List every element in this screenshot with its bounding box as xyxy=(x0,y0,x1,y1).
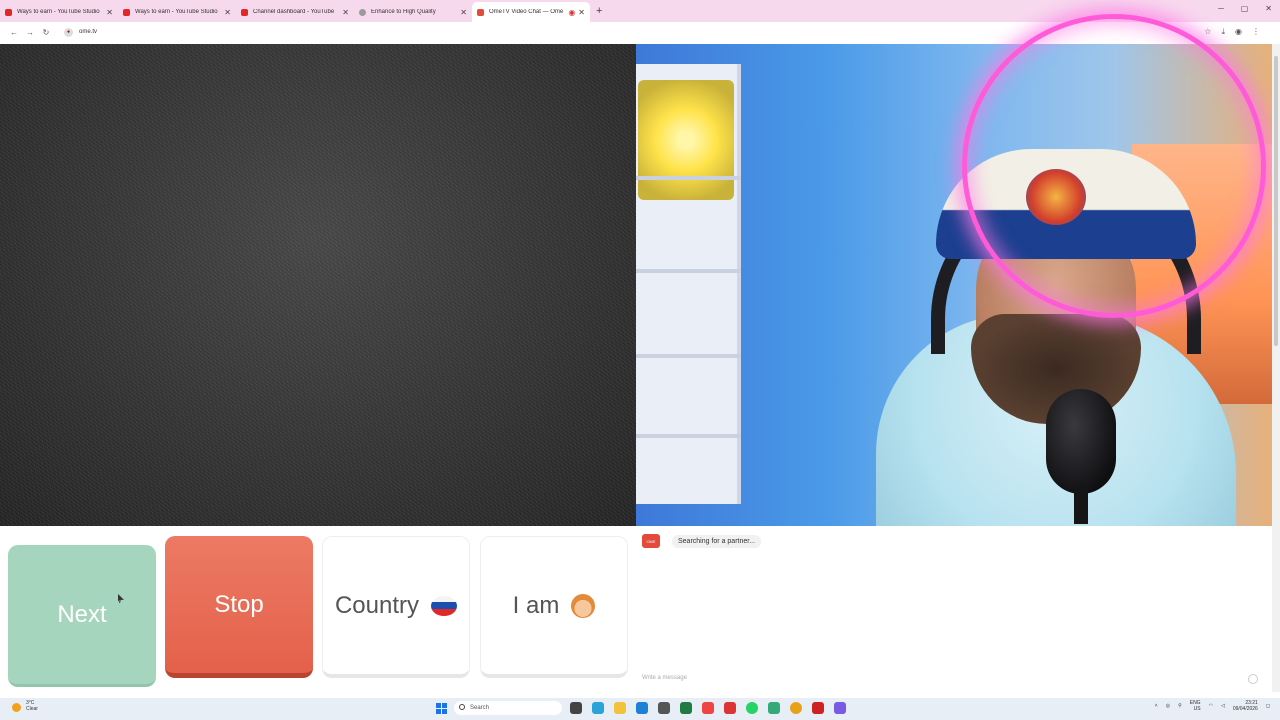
tab-label: OmeTV Video Chat — Ome xyxy=(489,9,564,15)
youtube-studio-icon xyxy=(5,8,12,16)
date: 09/04/2026 xyxy=(1232,706,1258,712)
start-icon[interactable] xyxy=(436,703,447,714)
chat-panel: OME Searching for a partner... Write a m… xyxy=(636,526,1272,692)
ometv-icon xyxy=(477,8,484,16)
browser-tab[interactable]: Ways to earn - YouTube Studio ✕ xyxy=(0,2,118,22)
scrollbar-thumb[interactable] xyxy=(1274,56,1278,346)
profile-icon[interactable]: ◉ xyxy=(1235,27,1242,37)
recording-icon: ◉ xyxy=(568,7,576,17)
chrome-icon[interactable] xyxy=(790,702,802,714)
browser-tab[interactable]: Ways to earn - YouTube Studio ✕ xyxy=(118,2,236,22)
calculator-icon[interactable] xyxy=(658,702,670,714)
partner-video xyxy=(0,44,636,526)
slovakia-flag-icon xyxy=(431,595,458,616)
shelf-row xyxy=(636,354,741,358)
window-controls: ─ ▢ ✕ xyxy=(1218,4,1272,13)
close-window-icon[interactable]: ✕ xyxy=(1265,4,1272,13)
download-icon[interactable]: ⤓ xyxy=(1221,27,1225,37)
next-button[interactable]: Next xyxy=(8,545,156,687)
neon-sign xyxy=(638,80,734,200)
url-text: ome.tv xyxy=(79,29,98,35)
app-icon[interactable] xyxy=(724,702,736,714)
task-view-icon[interactable] xyxy=(570,702,582,714)
browser-toolbar: ☆ ⤓ ◉ ⋮ xyxy=(1204,27,1260,37)
globe-icon xyxy=(359,8,366,16)
microphone xyxy=(1046,389,1116,494)
site-info-icon[interactable]: ● xyxy=(64,27,73,37)
control-panel: Next Stop Country I am xyxy=(0,526,636,692)
file-explorer-icon[interactable] xyxy=(614,702,626,714)
app-icon[interactable] xyxy=(834,702,846,714)
tab-label: Ways to earn - YouTube Studio xyxy=(135,9,218,15)
clock[interactable]: 23:21 09/04/2026 xyxy=(1233,700,1258,712)
male-avatar-icon xyxy=(571,593,596,618)
search-placeholder: Search xyxy=(470,705,490,711)
language-indicator[interactable]: ENG US xyxy=(1190,700,1201,712)
tab-label: Channel dashboard - YouTube xyxy=(253,9,335,15)
whatsapp-icon[interactable] xyxy=(746,702,758,714)
shelf-row xyxy=(636,176,741,180)
taskbar-search[interactable]: Search xyxy=(454,701,562,715)
static-noise xyxy=(0,44,636,526)
gender-button[interactable]: I am xyxy=(480,536,628,678)
neon-ring-overlay xyxy=(962,14,1266,318)
close-tab-icon[interactable]: ✕ xyxy=(106,8,113,17)
location-icon[interactable]: ⚲ xyxy=(1178,703,1182,709)
lang-bottom: US xyxy=(1193,706,1201,712)
minimize-icon[interactable]: ─ xyxy=(1218,4,1224,13)
shelf-row xyxy=(636,269,741,273)
ometv-logo: OME xyxy=(642,534,660,548)
close-tab-icon[interactable]: ✕ xyxy=(224,8,231,17)
app-icon[interactable] xyxy=(812,702,824,714)
menu-icon[interactable]: ⋮ xyxy=(1252,27,1260,37)
youtube-icon xyxy=(241,8,248,16)
forward-icon[interactable]: → xyxy=(22,28,38,37)
network-icon[interactable]: ◎ xyxy=(1166,703,1170,709)
edge-icon[interactable] xyxy=(636,702,648,714)
volume-icon[interactable]: ◁ xyxy=(1221,703,1225,709)
close-tab-icon[interactable]: ✕ xyxy=(578,8,585,17)
copilot-icon[interactable] xyxy=(592,702,604,714)
system-message: OME Searching for a partner... xyxy=(642,534,762,548)
iam-label: I am xyxy=(512,591,560,619)
maximize-icon[interactable]: ▢ xyxy=(1241,4,1249,13)
weather-icon xyxy=(12,703,21,712)
system-tray: ˄ ◎ ⚲ ENG US ◠ ◁ 23:21 09/04/2026 ◻ xyxy=(1155,700,1270,712)
search-icon xyxy=(459,704,465,710)
url-field[interactable]: ● ome.tv xyxy=(64,24,1164,40)
country-button[interactable]: Country xyxy=(322,536,470,678)
emoji-icon[interactable] xyxy=(1248,674,1258,684)
message-input[interactable]: Write a message xyxy=(642,672,1252,684)
tab-label: Enhance to High Quality xyxy=(371,9,436,15)
browser-tab[interactable]: Channel dashboard - YouTube ✕ xyxy=(236,2,354,22)
country-label: Country xyxy=(334,591,420,619)
excel-icon[interactable] xyxy=(680,702,692,714)
close-tab-icon[interactable]: ✕ xyxy=(460,8,467,17)
stop-button[interactable]: Stop xyxy=(165,536,313,678)
chevron-up-icon[interactable]: ˄ xyxy=(1155,703,1158,709)
wifi-icon[interactable]: ◠ xyxy=(1209,703,1213,709)
youtube-studio-icon xyxy=(123,8,130,16)
tab-label: Ways to earn - YouTube Studio xyxy=(17,9,100,15)
app-icon[interactable] xyxy=(702,702,714,714)
close-tab-icon[interactable]: ✕ xyxy=(342,8,349,17)
background-shelf xyxy=(636,64,741,504)
shelf-row xyxy=(636,434,741,438)
bookmark-star-icon[interactable]: ☆ xyxy=(1204,27,1211,37)
new-tab-icon[interactable]: + xyxy=(596,5,602,17)
weather-widget[interactable]: 3°C Clear xyxy=(26,700,38,712)
browser-tab[interactable]: Enhance to High Quality ✕ xyxy=(354,2,472,22)
status-message: Searching for a partner... xyxy=(672,534,762,548)
weather-desc: Clear xyxy=(26,706,38,712)
mic-stand xyxy=(1074,484,1088,524)
back-icon[interactable]: ← xyxy=(6,28,22,37)
stop-label: Stop xyxy=(214,590,264,618)
notification-icon[interactable]: ◻ xyxy=(1266,703,1270,709)
app-icon[interactable] xyxy=(768,702,780,714)
reload-icon[interactable]: ↻ xyxy=(38,28,54,37)
browser-tab-active[interactable]: OmeTV Video Chat — Ome ◉ ✕ xyxy=(472,2,590,22)
next-label: Next xyxy=(57,600,107,628)
message-placeholder: Write a message xyxy=(642,675,687,681)
